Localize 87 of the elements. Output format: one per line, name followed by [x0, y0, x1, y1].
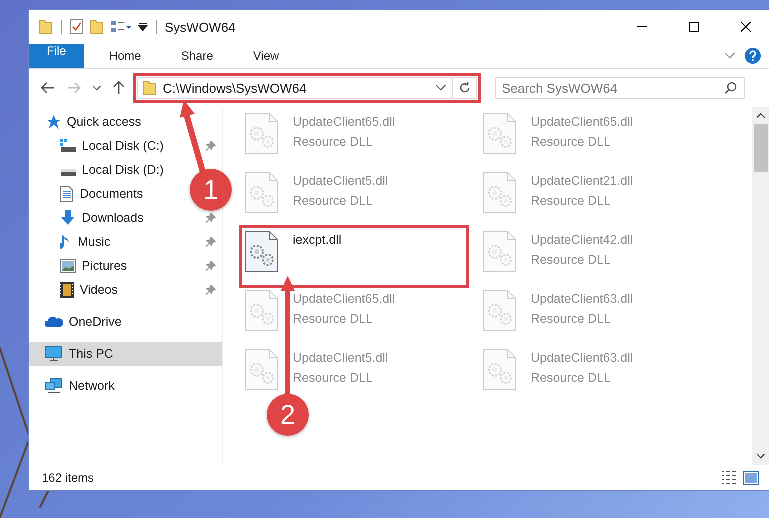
sidebar-item[interactable]: Local Disk (C:): [29, 134, 222, 158]
ribbon-tab[interactable]: Home: [94, 44, 156, 68]
pin-icon[interactable]: [206, 237, 216, 247]
item-count: 162 items: [42, 470, 94, 484]
star-icon: [45, 114, 61, 130]
file-item[interactable]: iexcpt.dll: [241, 227, 467, 286]
file-type: Resource DLL: [531, 194, 612, 208]
dll-file-icon: [245, 349, 279, 391]
dll-file-icon: [483, 231, 517, 273]
file-type: Resource DLL: [293, 135, 374, 149]
recent-locations-icon[interactable]: [93, 86, 101, 90]
search-icon: [725, 82, 737, 94]
help-icon[interactable]: [745, 48, 761, 64]
ribbon-tab[interactable]: View: [238, 44, 294, 68]
scroll-thumb[interactable]: [754, 124, 768, 172]
sidebar-label: This PC: [69, 347, 114, 361]
dll-file-icon: [483, 172, 517, 214]
sidebar-label: Videos: [80, 283, 119, 297]
file-type: Resource DLL: [531, 312, 612, 326]
scroll-up-icon[interactable]: [756, 113, 764, 118]
file-menu-button[interactable]: File: [29, 44, 84, 68]
file-type: Resource DLL: [293, 312, 374, 326]
sidebar-label: Local Disk (D:): [82, 163, 164, 177]
music-note-icon: [60, 234, 72, 250]
dll-file-icon: [245, 290, 279, 332]
pin-icon[interactable]: [206, 141, 216, 151]
pin-icon[interactable]: [206, 285, 216, 295]
pin-icon[interactable]: [206, 213, 216, 223]
sidebar-label: Documents: [80, 187, 144, 201]
sidebar-label: Downloads: [82, 211, 145, 225]
sidebar-label: Pictures: [82, 259, 128, 273]
dll-file-icon: [245, 172, 279, 214]
large-icons-view-icon[interactable]: [743, 470, 759, 484]
sidebar-label: Network: [69, 379, 115, 393]
expand-ribbon-icon[interactable]: [725, 53, 735, 59]
file-type: Resource DLL: [531, 371, 612, 385]
film-icon: [60, 282, 74, 298]
sidebar-item[interactable]: Local Disk (D:): [29, 158, 168, 182]
scrollbar[interactable]: [752, 107, 769, 465]
sidebar-item[interactable]: Network: [29, 374, 222, 398]
search-field[interactable]: Search SysWOW64: [495, 77, 745, 99]
dll-file-icon: [245, 231, 279, 273]
sidebar-item[interactable]: Videos: [29, 278, 222, 302]
cloud-icon: [45, 316, 63, 328]
maximize-icon: [689, 22, 699, 32]
folder-icon[interactable]: [90, 19, 104, 35]
sidebar-item[interactable]: This PC: [29, 342, 222, 366]
sidebar-label: OneDrive: [69, 315, 122, 329]
back-arrow-icon[interactable]: [41, 82, 55, 94]
monitor-icon: [45, 346, 63, 362]
folder-icon[interactable]: [39, 19, 53, 35]
dropdown-icon[interactable]: [436, 85, 446, 91]
file-type: Resource DLL: [531, 135, 612, 149]
sidebar-item[interactable]: Documents: [29, 182, 148, 206]
folder-icon: [143, 80, 157, 96]
up-arrow-icon[interactable]: [113, 81, 125, 95]
scroll-down-icon[interactable]: [756, 454, 764, 459]
properties-icon[interactable]: [70, 19, 84, 35]
dll-file-icon: [245, 113, 279, 155]
ribbon-tab[interactable]: Share: [166, 44, 228, 68]
dropdown-icon[interactable]: [138, 22, 148, 32]
download-arrow-icon: [60, 210, 76, 226]
file-type: Resource DLL: [293, 194, 374, 208]
details-view-icon[interactable]: [721, 470, 737, 484]
sidebar-label: Quick access: [67, 115, 142, 129]
dll-file-icon: [483, 290, 517, 332]
sidebar-item[interactable]: Music: [29, 230, 222, 254]
sidebar-label: Local Disk (C:): [82, 139, 165, 153]
document-icon: [60, 186, 74, 202]
network-icon: [45, 378, 63, 394]
sidebar-label: Music: [78, 235, 112, 249]
sidebar-item[interactable]: OneDrive: [29, 310, 222, 334]
drive-icon: [60, 139, 76, 153]
file-name[interactable]: iexcpt.dll: [293, 233, 342, 247]
view-options-icon[interactable]: [110, 20, 132, 34]
window-title: SysWOW64: [165, 20, 236, 34]
address-path: C:\Windows\SysWOW64: [163, 80, 307, 96]
sidebar-item[interactable]: Quick access: [29, 110, 222, 134]
refresh-icon[interactable]: [459, 82, 471, 94]
close-icon: [741, 22, 751, 32]
file-type: Resource DLL: [531, 253, 612, 267]
picture-icon: [60, 259, 76, 273]
pin-icon[interactable]: [206, 261, 216, 271]
dll-file-icon: [483, 349, 517, 391]
file-type: Resource DLL: [293, 371, 374, 385]
dll-file-icon: [483, 113, 517, 155]
sidebar-item[interactable]: Pictures: [29, 254, 222, 278]
